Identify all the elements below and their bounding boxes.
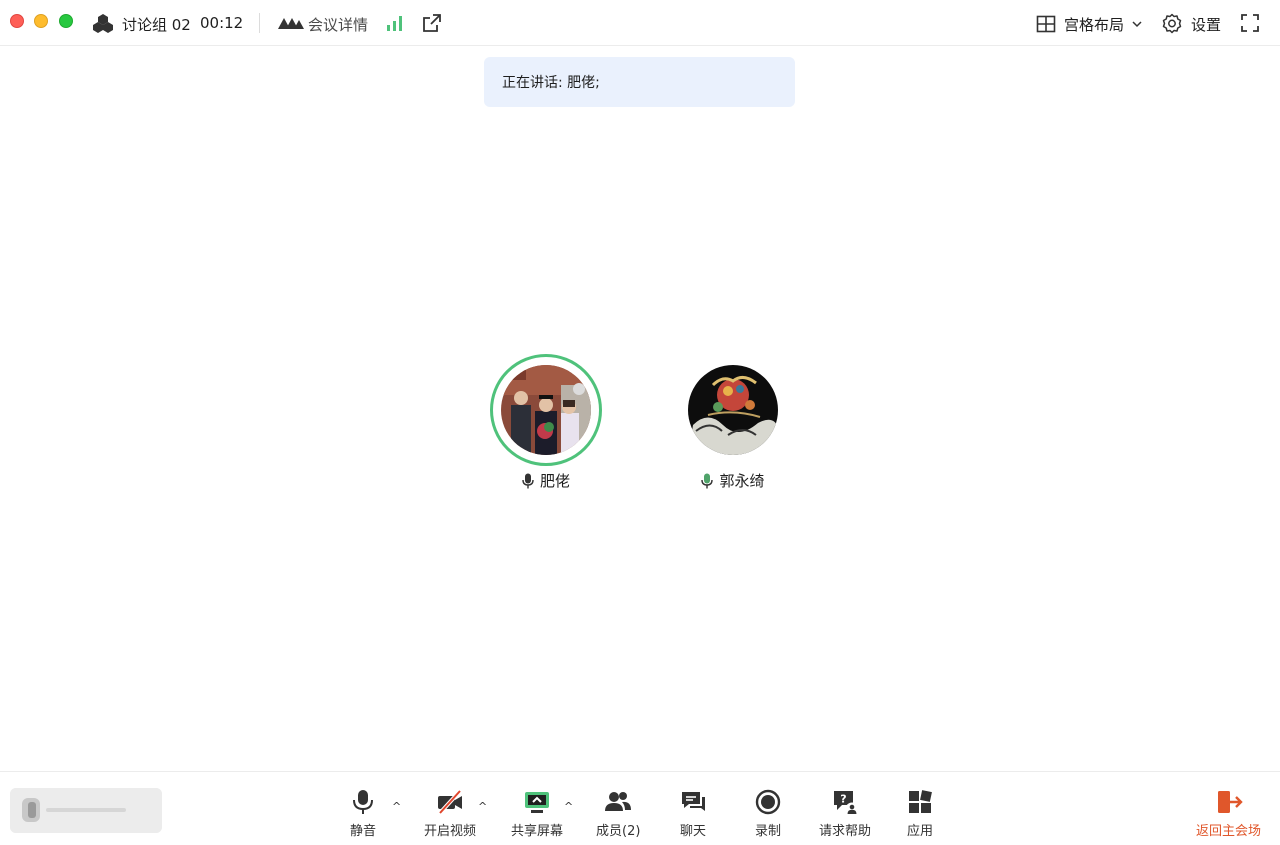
settings-button[interactable]: 设置 [1161, 12, 1221, 36]
participant-tile[interactable]: 肥佬 [490, 354, 602, 491]
layout-dropdown[interactable]: 宫格布局 [1036, 12, 1142, 36]
chevron-down-icon [1132, 21, 1142, 28]
self-video-preview[interactable] [10, 788, 162, 833]
blurred-preview-image [10, 788, 162, 833]
record-button[interactable]: 录制 [754, 788, 782, 839]
request-help-button[interactable]: ? 请求帮助 [819, 788, 871, 839]
meeting-title: 讨论组 02 [122, 16, 191, 34]
chat-label: 聊天 [679, 824, 706, 839]
mute-label: 静音 [349, 824, 376, 839]
apps-grid-icon [909, 790, 932, 813]
avatar [501, 365, 591, 455]
members-icon [605, 792, 632, 811]
start-video-button[interactable]: 开启视频 [424, 788, 476, 839]
exit-icon [1217, 791, 1243, 813]
active-speaker-banner: 正在讲话: 肥佬; [484, 57, 795, 107]
audio-options-chevron-icon[interactable]: ^ [392, 800, 401, 813]
share-options-chevron-icon[interactable]: ^ [564, 800, 573, 813]
members-label: 成员(2) [596, 824, 641, 839]
gear-icon [1162, 13, 1182, 34]
apps-label: 应用 [906, 824, 933, 839]
grid-layout-icon [1036, 15, 1056, 33]
video-off-icon [438, 789, 462, 815]
participant-tile[interactable]: 郭永绮 [677, 354, 789, 491]
participant-name-row: 肥佬 [490, 470, 602, 491]
divider [259, 13, 260, 33]
record-icon [755, 789, 781, 815]
return-main-session-label: 返回主会场 [1196, 824, 1262, 839]
help-request-icon: ? [834, 791, 859, 816]
chat-icon [682, 792, 705, 811]
fullscreen-icon[interactable] [1240, 13, 1260, 33]
members-button[interactable]: 成员(2) [596, 788, 640, 839]
share-screen-label: 共享屏幕 [511, 824, 564, 839]
mute-button[interactable]: 静音 [349, 788, 377, 839]
participant-name: 肥佬 [539, 472, 570, 490]
bottom-toolbar: 静音 ^ 开启视频 ^ 共享屏幕 ^ 成员(2) 聊天 录制 ? 请求帮助 应用… [0, 771, 1280, 845]
active-speaker-text: 正在讲话: 肥佬; [502, 75, 600, 91]
participant-name: 郭永绮 [719, 472, 765, 490]
network-signal-icon[interactable] [386, 14, 404, 32]
settings-label: 设置 [1191, 15, 1222, 34]
chat-button[interactable]: 聊天 [679, 788, 707, 839]
group-icon [93, 14, 113, 33]
zoom-window-button[interactable] [59, 14, 73, 28]
microphone-icon [522, 473, 534, 488]
participant-name-row: 郭永绮 [677, 470, 789, 491]
avatar-ring [677, 354, 789, 466]
request-help-label: 请求帮助 [819, 824, 872, 839]
layout-label: 宫格布局 [1064, 15, 1125, 34]
avatar [688, 365, 778, 455]
share-screen-icon [525, 792, 549, 813]
external-link-icon[interactable] [422, 13, 442, 33]
record-label: 录制 [754, 824, 781, 839]
microphone-icon [353, 790, 373, 814]
return-main-session-button[interactable]: 返回主会场 [1196, 788, 1261, 839]
meeting-details-link[interactable]: 会议详情 [308, 14, 368, 35]
apps-button[interactable]: 应用 [906, 788, 934, 839]
meeting-timer: 00:12 [200, 14, 244, 32]
video-options-chevron-icon[interactable]: ^ [478, 800, 487, 813]
meeting-logo-icon[interactable] [277, 16, 305, 30]
minimize-window-button[interactable] [34, 14, 48, 28]
top-bar: 讨论组 02 00:12 会议详情 宫格布局 设置 [0, 0, 1280, 46]
close-window-button[interactable] [10, 14, 24, 28]
start-video-label: 开启视频 [424, 824, 477, 839]
share-screen-button[interactable]: 共享屏幕 [511, 788, 563, 839]
svg-text:?: ? [840, 793, 846, 806]
microphone-icon [701, 473, 714, 488]
speaking-indicator-ring [490, 354, 602, 466]
meeting-window: 讨论组 02 00:12 会议详情 宫格布局 设置 正在讲话: 肥佬; 肥佬 郭… [0, 0, 1280, 845]
